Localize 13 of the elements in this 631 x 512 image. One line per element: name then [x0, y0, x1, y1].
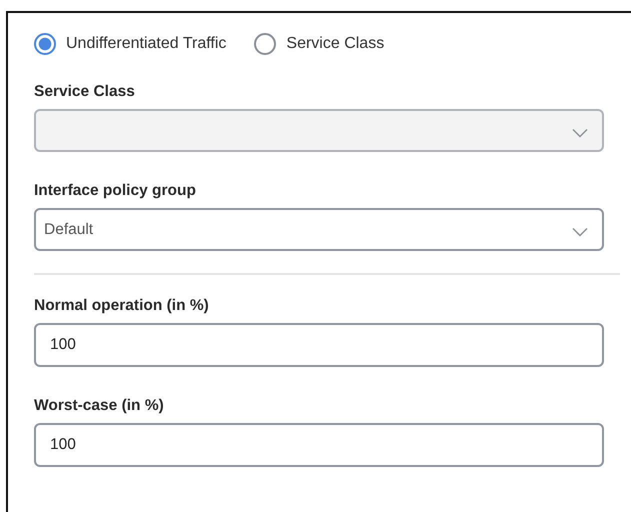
- field-label: Worst-case (in %): [34, 397, 165, 415]
- chevron-down-icon: [572, 128, 588, 138]
- field-label: Service Class: [34, 83, 136, 101]
- field-label: Normal operation (in %): [34, 297, 210, 315]
- input-field[interactable]: 100: [34, 323, 604, 367]
- radio-button[interactable]: [254, 33, 276, 55]
- radio-option[interactable]: Service Class: [254, 33, 384, 55]
- radio-option[interactable]: Undifferentiated Traffic: [34, 33, 226, 55]
- input-field[interactable]: 100: [34, 423, 604, 467]
- chevron-down-icon: [572, 226, 588, 236]
- field-label: Interface policy group: [34, 182, 197, 200]
- radio-button[interactable]: [34, 33, 56, 55]
- dropdown-field[interactable]: Default: [34, 208, 604, 251]
